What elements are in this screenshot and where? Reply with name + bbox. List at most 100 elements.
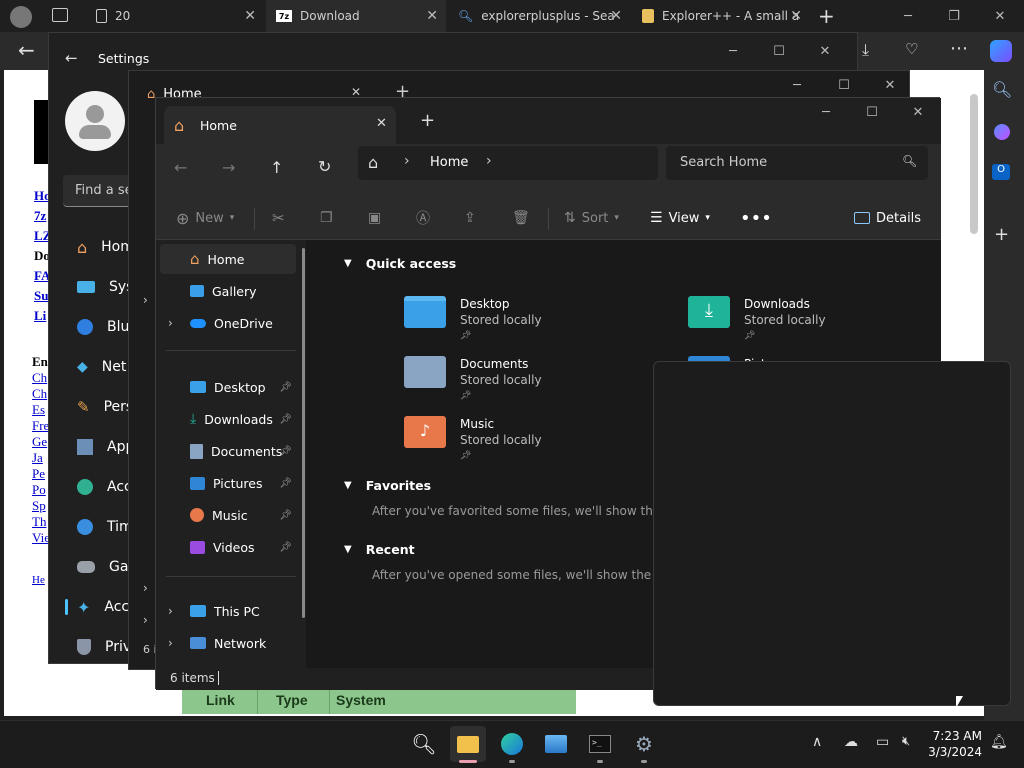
copy-button[interactable]: ❐ xyxy=(320,196,333,240)
expand-chevron-icon[interactable]: › xyxy=(143,581,148,595)
new-tab-button[interactable]: + xyxy=(420,110,435,131)
minimize-icon[interactable]: ─ xyxy=(808,98,844,126)
expand-chevron-icon[interactable]: › xyxy=(168,316,173,330)
restore-icon[interactable]: ❐ xyxy=(936,2,972,30)
tab-actions-icon[interactable] xyxy=(52,8,68,22)
share-button[interactable]: ⇪ xyxy=(464,196,476,240)
back-arrow-icon[interactable]: ← xyxy=(65,49,78,67)
pin-icon[interactable]: 📌︎ xyxy=(279,542,292,553)
search-icon[interactable]: 🔍︎ xyxy=(992,80,1012,99)
search-taskbar-icon[interactable]: 🔍︎ xyxy=(406,726,442,762)
photos-taskbar-icon[interactable] xyxy=(538,726,574,762)
back-arrow-icon[interactable]: ← xyxy=(18,38,35,62)
web-link[interactable]: He xyxy=(32,574,45,586)
sidebar-item-documents[interactable]: Documents 📌︎ xyxy=(160,436,296,466)
quick-access-music[interactable]: ♪ Music Stored locally 📌︎ xyxy=(404,416,542,464)
onedrive-tray-icon[interactable]: ☁ xyxy=(844,734,858,750)
network-tray-icon[interactable]: ▭ xyxy=(876,734,889,750)
terminal-taskbar-icon[interactable]: >_ xyxy=(582,726,618,762)
expand-chevron-icon[interactable]: › xyxy=(143,613,148,627)
cut-button[interactable]: ✂ xyxy=(272,196,285,240)
sidebar-item-downloads[interactable]: ⤓ Downloads 📌︎ xyxy=(160,404,296,434)
pin-icon[interactable]: 📌︎ xyxy=(279,446,292,457)
copilot-icon[interactable] xyxy=(990,40,1012,62)
more-options-button[interactable]: ••• xyxy=(740,196,772,240)
expand-chevron-icon[interactable]: › xyxy=(143,293,148,307)
browser-tab-2[interactable]: 7z Download ✕ xyxy=(266,0,446,32)
up-arrow-icon[interactable]: ↑ xyxy=(270,158,283,177)
rename-button[interactable]: Ⓐ xyxy=(416,196,430,240)
refresh-icon[interactable]: ↻ xyxy=(318,157,331,176)
notifications-bell-icon[interactable]: 🔔︎ xyxy=(990,734,1008,750)
search-box[interactable]: Search Home 🔍︎ xyxy=(666,146,928,180)
expand-chevron-icon[interactable]: › xyxy=(168,604,173,618)
breadcrumb-home[interactable]: Home xyxy=(430,155,468,170)
quick-access-downloads[interactable]: ⤓ Downloads Stored locally 📌︎ xyxy=(688,296,826,344)
minimize-icon[interactable]: ─ xyxy=(779,71,815,99)
settings-search-input[interactable]: Find a se xyxy=(63,175,133,207)
settings-taskbar-icon[interactable]: ⚙ xyxy=(626,726,662,762)
pin-icon[interactable]: 📌︎ xyxy=(279,382,292,393)
minimize-icon[interactable]: ─ xyxy=(715,37,751,65)
view-button[interactable]: ☰ View ▾ xyxy=(650,196,710,240)
copilot-sidebar-icon[interactable] xyxy=(994,124,1010,140)
explorer-tab-home[interactable]: ⌂ Home ✕ xyxy=(164,106,396,144)
minimize-icon[interactable]: ─ xyxy=(890,2,926,30)
expand-chevron-icon[interactable]: › xyxy=(168,636,173,650)
close-tab-icon[interactable]: ✕ xyxy=(376,116,387,131)
downloads-icon[interactable]: ⤓ xyxy=(862,40,869,60)
sidebar-item-this-pc[interactable]: › This PC xyxy=(160,596,296,626)
sidebar-item-gallery[interactable]: Gallery xyxy=(160,276,296,306)
scrollbar[interactable] xyxy=(970,94,978,234)
quick-access-desktop[interactable]: Desktop Stored locally 📌︎ xyxy=(404,296,542,344)
delete-button[interactable]: 🗑︎ xyxy=(512,196,530,240)
close-icon[interactable]: ✕ xyxy=(872,71,908,99)
new-button[interactable]: ⊕ New ▾ xyxy=(176,196,234,240)
details-button[interactable]: Details xyxy=(854,196,921,240)
quick-access-header[interactable]: ▼ Quick access xyxy=(344,256,456,271)
sidebar-scrollbar[interactable] xyxy=(302,248,305,618)
forward-arrow-icon[interactable]: → xyxy=(222,158,235,177)
sidebar-item-desktop[interactable]: Desktop 📌︎ xyxy=(160,372,296,402)
sidebar-item-videos[interactable]: Videos 📌︎ xyxy=(160,532,296,562)
profile-avatar-icon[interactable] xyxy=(10,6,32,28)
maximize-icon[interactable]: ☐ xyxy=(761,37,797,65)
recent-header[interactable]: ▼ Recent xyxy=(344,542,415,557)
sidebar-item-home[interactable]: ⌂ Home xyxy=(160,244,296,274)
browser-tab-3[interactable]: 🔍︎ explorerplusplus - Sea ✕ xyxy=(448,0,630,32)
breadcrumb-chevron-icon[interactable]: › xyxy=(486,153,492,169)
back-arrow-icon[interactable]: ← xyxy=(174,158,187,177)
quick-access-documents[interactable]: Documents Stored locally 📌︎ xyxy=(404,356,542,404)
maximize-icon[interactable]: ☐ xyxy=(826,71,862,99)
close-icon[interactable]: ✕ xyxy=(807,37,843,65)
browser-essentials-icon[interactable]: ♡ xyxy=(905,40,918,58)
paste-button[interactable]: ▣ xyxy=(368,196,381,240)
close-tab-icon[interactable]: ✕ xyxy=(610,8,622,24)
add-sidebar-icon[interactable]: + xyxy=(994,224,1009,245)
sidebar-item-music[interactable]: Music 📌︎ xyxy=(160,500,296,530)
sort-button[interactable]: ⇅ Sort ▾ xyxy=(564,196,619,240)
close-tab-icon[interactable]: ✕ xyxy=(244,8,256,24)
browser-tab-4[interactable]: Explorer++ - A small a ✕ xyxy=(632,0,810,32)
edge-taskbar-icon[interactable] xyxy=(494,726,530,762)
close-icon[interactable]: ✕ xyxy=(900,98,936,126)
sidebar-item-onedrive[interactable]: › OneDrive xyxy=(160,308,296,338)
browser-tab-1[interactable]: 20 ✕ xyxy=(86,0,264,32)
address-bar[interactable]: ⌂ › Home › xyxy=(358,146,658,180)
more-menu-icon[interactable]: ⋯ xyxy=(950,38,968,59)
file-explorer-taskbar-icon[interactable] xyxy=(450,726,486,762)
volume-muted-icon[interactable]: 🔇︎ xyxy=(902,734,910,749)
pin-icon[interactable]: 📌︎ xyxy=(279,414,292,425)
new-tab-button[interactable]: + xyxy=(818,4,835,28)
favorites-header[interactable]: ▼ Favorites xyxy=(344,478,431,493)
close-icon[interactable]: ✕ xyxy=(982,2,1018,30)
pin-icon[interactable]: 📌︎ xyxy=(279,478,292,489)
close-tab-icon[interactable]: ✕ xyxy=(426,8,438,24)
clock[interactable]: 7:23 AM 3/3/2024 xyxy=(926,728,982,760)
outlook-icon[interactable]: O xyxy=(992,164,1010,180)
close-tab-icon[interactable]: ✕ xyxy=(790,8,802,24)
sidebar-item-network[interactable]: › Network xyxy=(160,628,296,658)
sidebar-item-pictures[interactable]: Pictures 📌︎ xyxy=(160,468,296,498)
show-hidden-icons-chevron-icon[interactable]: ∧ xyxy=(812,734,822,750)
maximize-icon[interactable]: ☐ xyxy=(854,98,890,126)
